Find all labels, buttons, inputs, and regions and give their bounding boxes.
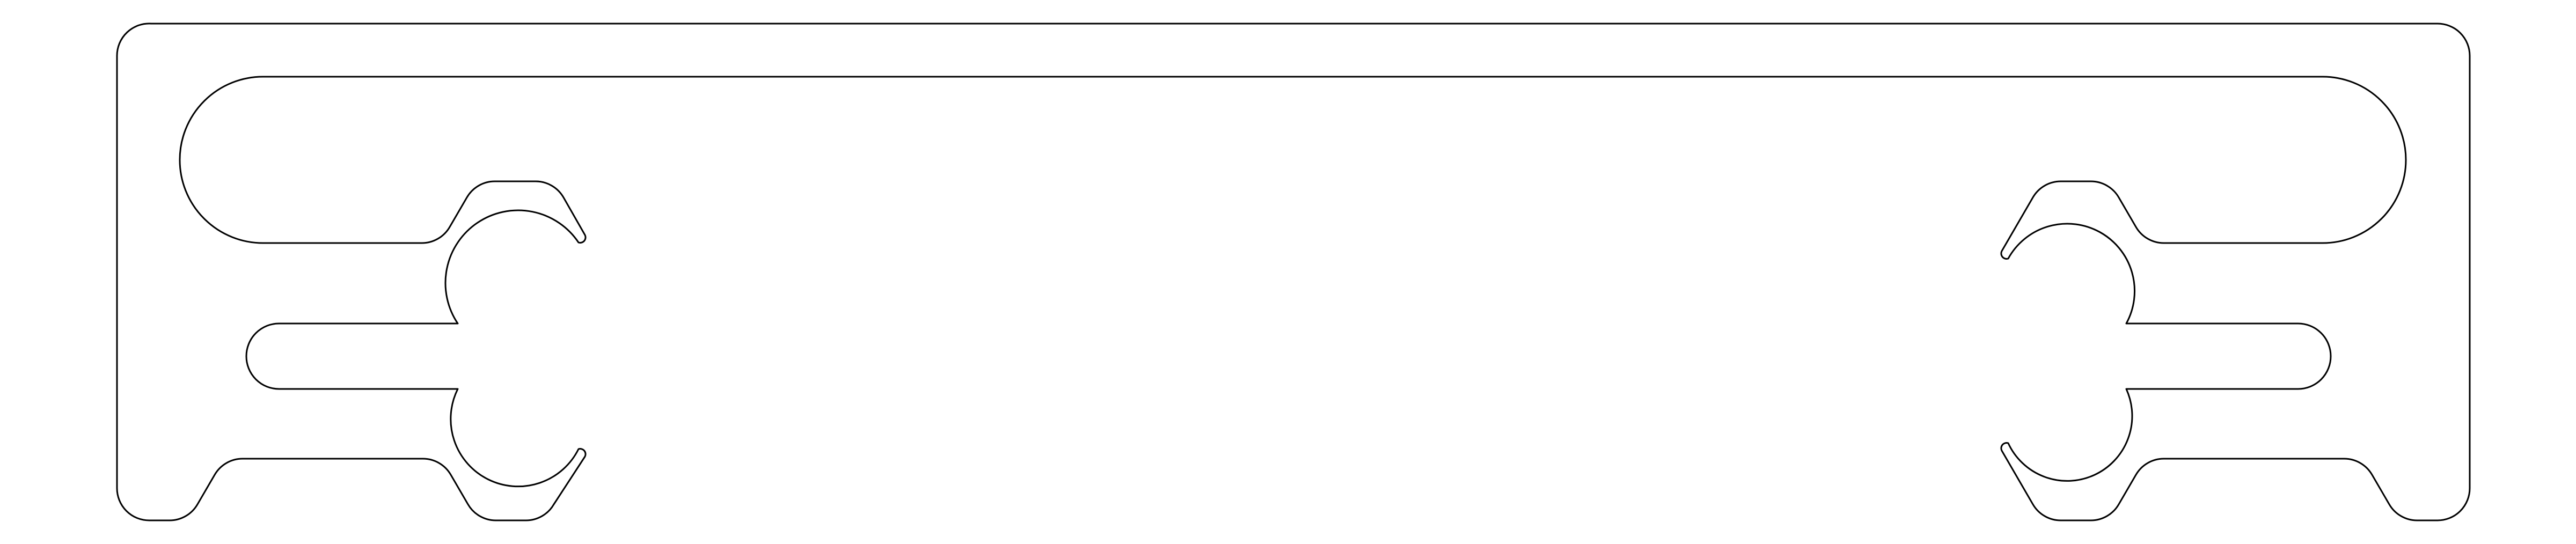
outer-profile: [116, 23, 2471, 521]
part-outline-drawing: [116, 23, 2471, 521]
